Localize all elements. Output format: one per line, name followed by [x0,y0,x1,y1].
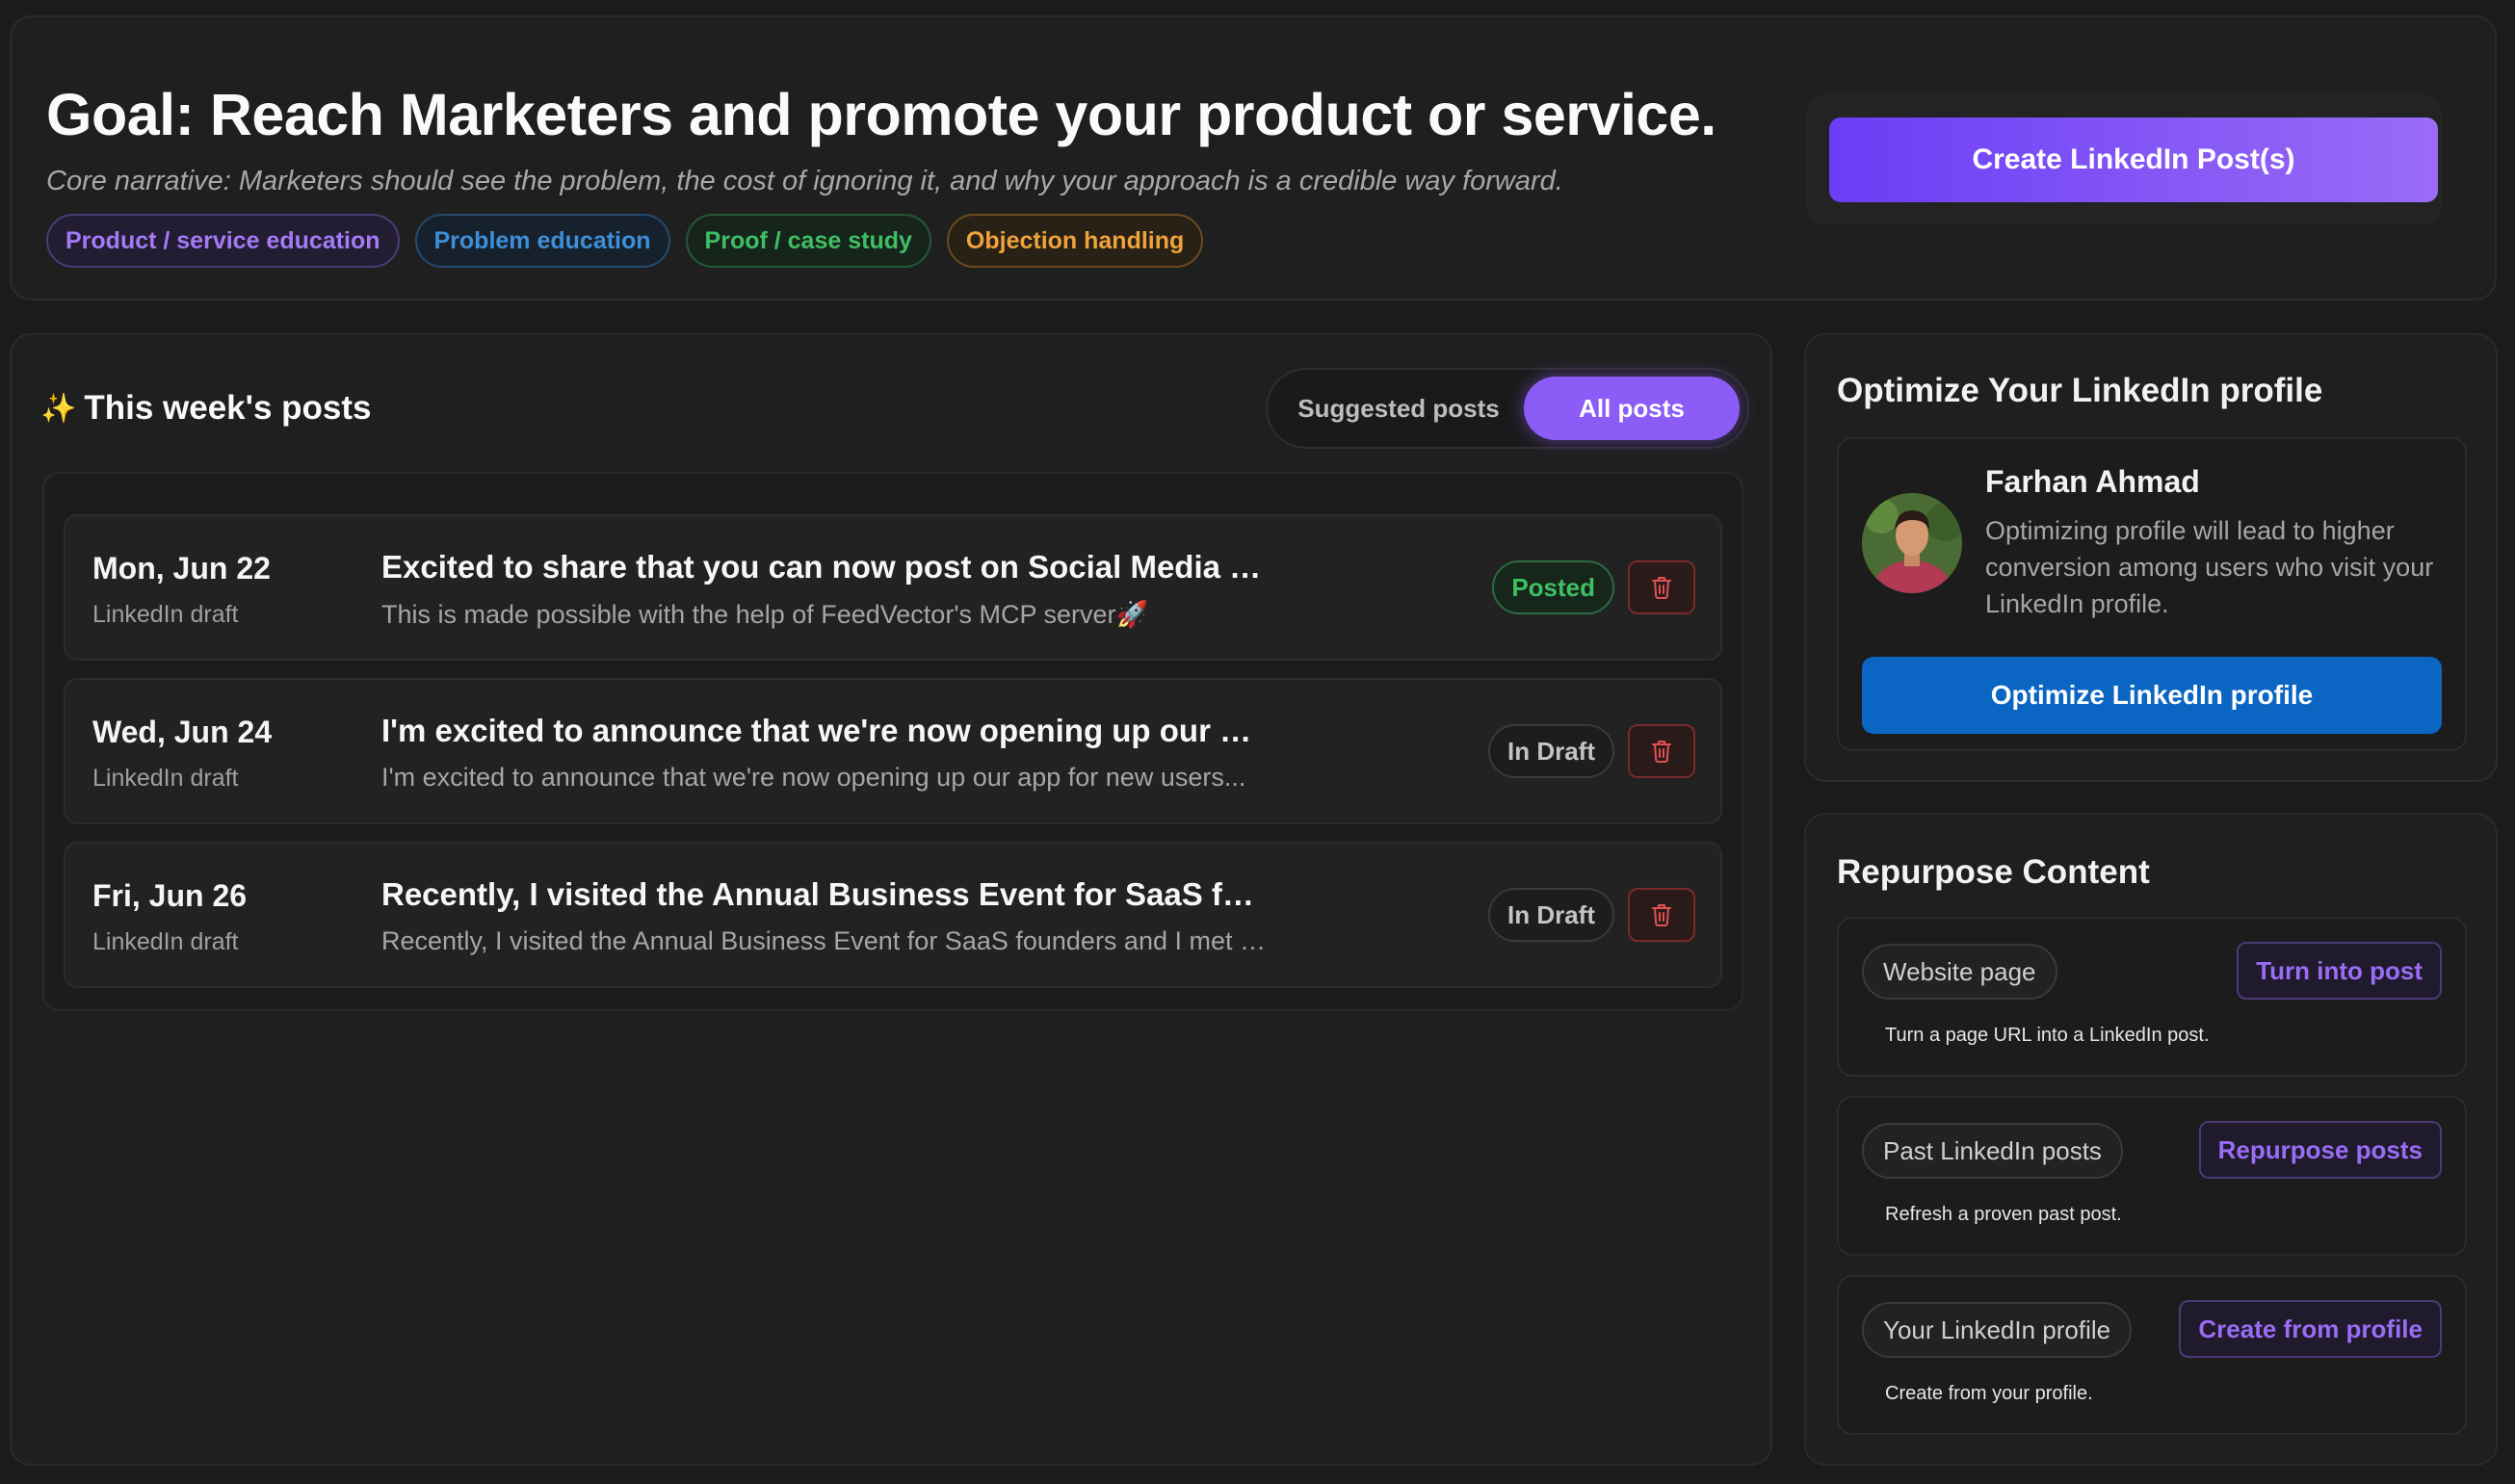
tag-problem-education[interactable]: Problem education [414,214,670,268]
trash-icon [1652,741,1671,763]
source-chip: Past LinkedIn posts [1862,1123,2123,1179]
repurpose-content-title: Repurpose Content [1837,853,2150,891]
create-from-profile-button[interactable]: Create from profile [2179,1300,2442,1358]
weekly-posts-title: This week's posts [84,389,372,427]
weekly-posts-panel: ✨ This week's posts Suggested posts All … [10,333,1772,1466]
tag-objection-handling[interactable]: Objection handling [946,214,1204,268]
goal-title: Goal: Reach Marketers and promote your p… [46,82,1716,147]
status-badge-draft: In Draft [1488,888,1614,942]
post-preview: Recently, I visited the Annual Business … [381,926,1268,955]
posts-list: Mon, Jun 22 LinkedIn draft Excited to sh… [42,472,1743,1011]
profile-photo [1862,493,1962,593]
delete-post-button[interactable] [1628,888,1695,942]
post-row[interactable]: Fri, Jun 26 LinkedIn draft Recently, I v… [64,842,1722,988]
source-chip: Website page [1862,944,2057,1000]
profile-card: Farhan Ahmad Optimizing profile will lea… [1837,437,2467,751]
post-headline[interactable]: Recently, I visited the Annual Business … [381,876,1268,913]
trash-icon [1652,904,1671,926]
weekly-posts-heading: ✨ This week's posts [40,389,372,428]
post-row[interactable]: Wed, Jun 24 LinkedIn draft I'm excited t… [64,678,1722,824]
optimize-profile-title: Optimize Your LinkedIn profile [1837,372,2323,409]
core-narrative: Core narrative: Marketers should see the… [46,166,1563,196]
repurpose-description: Create from your profile. [1885,1383,2093,1404]
post-headline[interactable]: Excited to share that you can now post o… [381,549,1268,586]
repurpose-posts-button[interactable]: Repurpose posts [2198,1121,2442,1179]
repurpose-description: Refresh a proven past post. [1885,1204,2122,1225]
delete-post-button[interactable] [1628,724,1695,778]
create-post-container: Create LinkedIn Post(s) [1806,94,2442,225]
optimize-linkedin-profile-button[interactable]: Optimize LinkedIn profile [1862,657,2442,734]
repurpose-description: Turn a page URL into a LinkedIn post. [1885,1025,2210,1046]
post-row[interactable]: Mon, Jun 22 LinkedIn draft Excited to sh… [64,514,1722,661]
tag-proof-case-study[interactable]: Proof / case study [685,214,931,268]
goal-panel: Goal: Reach Marketers and promote your p… [10,15,2497,300]
status-badge-draft: In Draft [1488,724,1614,778]
app-root: Goal: Reach Marketers and promote your p… [0,0,2515,1484]
posts-filter-toggle: Suggested posts All posts [1266,368,1749,449]
status-badge-posted: Posted [1492,560,1614,614]
turn-into-post-button[interactable]: Turn into post [2237,942,2442,1000]
repurpose-card-profile: Your LinkedIn profile Create from profil… [1837,1275,2467,1435]
post-type: LinkedIn draft [92,765,239,792]
repurpose-card-website: Website page Turn into post Turn a page … [1837,917,2467,1077]
profile-description: Optimizing profile will lead to higher c… [1985,516,2434,618]
source-chip: Your LinkedIn profile [1862,1302,2133,1358]
avatar [1862,493,1962,593]
toggle-suggested-posts[interactable]: Suggested posts [1273,377,1524,440]
post-headline[interactable]: I'm excited to announce that we're now o… [381,713,1268,749]
post-date: Wed, Jun 24 [92,715,273,749]
optimize-profile-panel: Optimize Your LinkedIn profile Farhan Ah… [1804,333,2498,782]
sparkles-icon: ✨ [40,392,77,425]
post-type: LinkedIn draft [92,601,239,628]
trash-icon [1652,577,1671,599]
delete-post-button[interactable] [1628,560,1695,614]
post-preview: I'm excited to announce that we're now o… [381,763,1246,792]
toggle-all-posts[interactable]: All posts [1524,377,1740,440]
post-type: LinkedIn draft [92,928,239,955]
post-date: Fri, Jun 26 [92,878,248,913]
goal-tags: Product / service education Problem educ… [46,214,1204,268]
tag-product-education[interactable]: Product / service education [46,214,400,268]
post-date: Mon, Jun 22 [92,551,271,586]
repurpose-content-panel: Repurpose Content Website page Turn into… [1804,813,2498,1466]
repurpose-card-past-posts: Past LinkedIn posts Repurpose posts Refr… [1837,1096,2467,1256]
profile-name: Farhan Ahmad [1985,464,2200,499]
create-linkedin-posts-button[interactable]: Create LinkedIn Post(s) [1829,117,2438,202]
post-preview: This is made possible with the help of F… [381,600,1149,629]
